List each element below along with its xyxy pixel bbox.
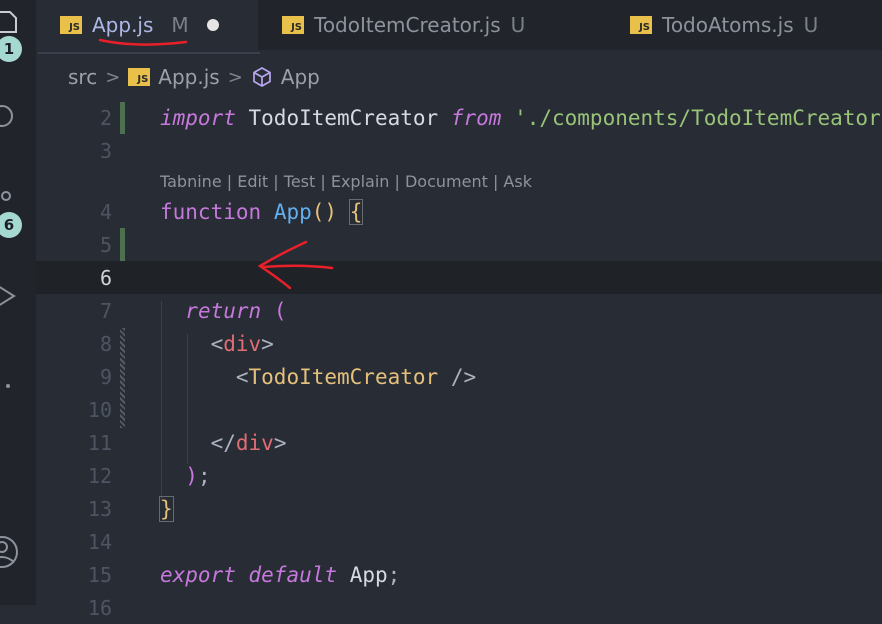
tab-divider: [38, 52, 260, 54]
breadcrumb-folder[interactable]: src: [68, 65, 97, 89]
line-number: 6: [99, 265, 112, 290]
annotation-underline: [98, 38, 188, 46]
line-number: 10: [87, 397, 112, 422]
tab-status: U: [510, 13, 526, 37]
explorer-badge: 1: [0, 36, 22, 62]
line-number: 15: [87, 562, 112, 587]
cube-icon: [252, 67, 271, 87]
code-line: 16: [36, 591, 882, 624]
js-file-icon: JS: [282, 16, 304, 34]
code-line: 15 export default App;: [36, 558, 882, 591]
tabnine-codelens[interactable]: Tabnine | Edit | Test | Explain | Docume…: [160, 172, 532, 191]
code-line: 3: [36, 134, 882, 167]
line-number: 4: [99, 199, 112, 224]
code-editor[interactable]: 2 import TodoItemCreator from './compone…: [36, 96, 882, 620]
source-control-badge: 6: [0, 212, 22, 238]
line-number: 16: [87, 595, 112, 620]
tab-label: TodoItemCreator.js: [314, 13, 501, 37]
code-text: export default App;: [160, 562, 401, 587]
tab-todoatoms-js[interactable]: JS TodoAtoms.js U: [630, 0, 818, 50]
account-icon[interactable]: [0, 534, 20, 570]
code-line: 11 </div>: [36, 426, 882, 459]
line-number: 3: [99, 138, 112, 163]
source-control-icon[interactable]: [0, 190, 20, 214]
activity-bar: 1 6: [0, 0, 36, 605]
code-line-current: 6: [36, 261, 882, 294]
code-line: 7 return (: [36, 294, 882, 327]
code-line: 8 <div>: [36, 327, 882, 360]
code-text: return (: [185, 298, 287, 323]
breadcrumb: src > JS App.js > App: [68, 60, 320, 94]
line-number: 5: [99, 232, 112, 257]
unsaved-dot-icon[interactable]: [206, 19, 219, 31]
code-text: );: [185, 463, 211, 488]
js-file-icon: JS: [128, 68, 151, 86]
code-line: 9 <TodoItemCreator />: [36, 360, 882, 393]
line-number: 13: [87, 496, 112, 521]
line-number: 12: [87, 463, 112, 488]
code-line: 4 function App() {: [36, 195, 882, 228]
line-number: 11: [87, 430, 112, 455]
js-file-icon: JS: [60, 16, 82, 34]
tab-todoitemcreator-js[interactable]: JS TodoItemCreator.js U: [282, 0, 525, 50]
line-number: 14: [87, 529, 112, 554]
code-line: 13 }: [36, 492, 882, 525]
js-file-icon: JS: [630, 16, 652, 34]
code-line: 5: [36, 228, 882, 261]
annotation-arrow-icon: [257, 240, 334, 290]
code-text: import TodoItemCreator from './component…: [160, 105, 882, 130]
line-number: 2: [99, 105, 112, 130]
code-line: 12 );: [36, 459, 882, 492]
breadcrumb-file[interactable]: App.js: [158, 65, 219, 89]
explorer-icon[interactable]: [0, 10, 20, 34]
search-icon[interactable]: [0, 104, 20, 128]
code-line: 14: [36, 525, 882, 558]
line-number: 8: [99, 331, 112, 356]
code-text: </div>: [210, 430, 287, 455]
breadcrumb-separator: >: [105, 66, 121, 88]
code-text: <div>: [210, 331, 274, 356]
breadcrumb-separator: >: [227, 66, 243, 88]
extensions-icon[interactable]: [0, 372, 20, 396]
run-debug-icon[interactable]: [0, 284, 20, 308]
tab-label: TodoAtoms.js: [662, 13, 794, 37]
line-number: 7: [99, 298, 112, 323]
line-number: 9: [99, 364, 112, 389]
code-text: function App() {: [160, 198, 364, 225]
code-line: 10: [36, 393, 882, 426]
code-line: 2 import TodoItemCreator from './compone…: [36, 101, 882, 134]
tab-status: U: [803, 13, 819, 37]
code-text: }: [159, 495, 174, 522]
breadcrumb-symbol[interactable]: App: [281, 65, 320, 89]
code-text: <TodoItemCreator />: [235, 364, 477, 389]
